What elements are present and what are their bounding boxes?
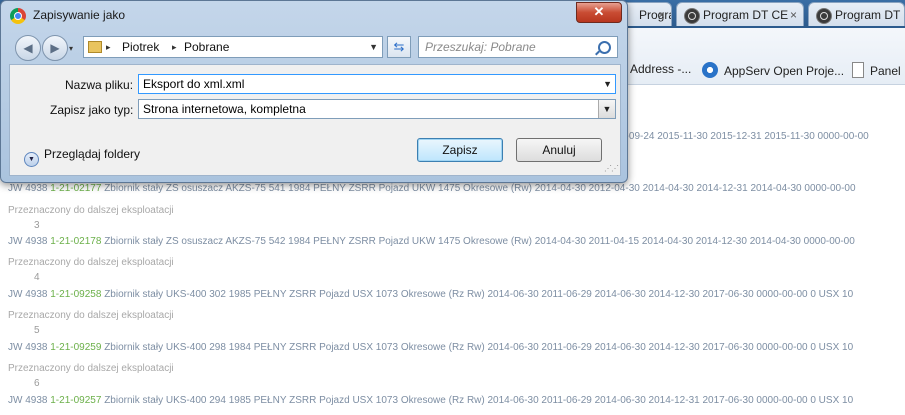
row-prefix: JW 4938 (8, 236, 48, 247)
filetype-dropdown-icon[interactable]: ▼ (598, 100, 615, 118)
forward-button[interactable]: ▶ (42, 35, 68, 61)
resize-grip-icon[interactable]: ⋰⋰ (604, 164, 619, 173)
search-box[interactable] (418, 36, 618, 58)
breadcrumb-piotrek[interactable]: Piotrek (122, 37, 159, 57)
filetype-value: Strona internetowa, kompletna (143, 102, 306, 116)
page-icon (852, 62, 864, 78)
tab-favicon-icon (684, 8, 700, 24)
filename-dropdown-icon[interactable]: ▼ (603, 75, 612, 93)
breadcrumb-separator-icon[interactable]: ▸ (172, 37, 177, 57)
row-code[interactable]: 1-21-02177 (50, 183, 101, 194)
table-row: JW 4938 1-21-09257 Zbiornik stały UKS-40… (8, 395, 853, 406)
row-number: 6 (34, 378, 40, 389)
row-number: 4 (34, 272, 40, 283)
appserv-icon (702, 62, 718, 78)
bookmark-appserv[interactable]: AppServ Open Proje... (702, 62, 844, 78)
tab-label: Program DT C (835, 8, 905, 22)
refresh-button[interactable]: ⇆ (387, 36, 411, 58)
tab-favicon-icon (816, 8, 832, 24)
bookmark-panel[interactable]: Panel (852, 62, 901, 78)
close-button[interactable]: ✕ (576, 2, 622, 23)
row-prefix: JW 4938 (8, 183, 48, 194)
row-text: Zbiornik stały ZS osuszacz AKZS-75 541 1… (104, 183, 856, 194)
save-as-dialog: Zapisywanie jako ✕ ◀ ▶ ▾ ▸ Piotrek ▸ Pob… (0, 0, 628, 183)
browser-tab[interactable]: Program DT CE × (676, 2, 804, 26)
tab-close-icon[interactable]: × (790, 3, 797, 26)
row-number: 5 (34, 325, 40, 336)
row-prefix: JW 4938 (8, 342, 48, 353)
search-icon[interactable] (598, 41, 611, 54)
folder-icon (88, 41, 102, 53)
record-row-tail: 2-09-24 2015-11-30 2015-12-31 2015-11-30… (620, 131, 869, 142)
dialog-body: Nazwa pliku: ▼ Zapisz jako typ: Strona i… (9, 64, 621, 176)
address-dropdown-icon[interactable]: ▼ (369, 37, 378, 57)
dialog-title: Zapisywanie jako (33, 8, 126, 22)
tab-close-icon[interactable]: × (658, 3, 665, 26)
row-note: Przeznaczony do dalszej eksploatacji (8, 310, 174, 321)
bookmark-label: Address -... (630, 62, 692, 76)
table-row: JW 4938 1-21-09259 Zbiornik stały UKS-40… (8, 342, 853, 353)
row-note: Przeznaczony do dalszej eksploatacji (8, 205, 174, 216)
row-number: 3 (34, 220, 40, 231)
row-note: Przeznaczony do dalszej eksploatacji (8, 257, 174, 268)
breadcrumb-separator-icon[interactable]: ▸ (106, 37, 111, 57)
bookmark-label: AppServ Open Proje... (724, 64, 845, 78)
row-code[interactable]: 1-21-02178 (50, 236, 101, 247)
row-text: Zbiornik stały UKS-400 298 1984 PEŁNY ZS… (104, 342, 854, 353)
browser-tab[interactable]: Program DT C (808, 2, 905, 26)
row-text: Zbiornik stały ZS osuszacz AKZS-75 542 1… (104, 236, 855, 247)
breadcrumb-pobrane[interactable]: Pobrane (184, 37, 229, 57)
table-row: JW 4938 1-21-09258 Zbiornik stały UKS-40… (8, 289, 853, 300)
address-bar[interactable]: ▸ Piotrek ▸ Pobrane ▼ (83, 36, 383, 58)
filetype-select[interactable]: Strona internetowa, kompletna ▼ (138, 99, 616, 119)
bookmark-address[interactable]: Address -... (630, 62, 691, 76)
browse-folders-label: Przeglądaj foldery (44, 147, 141, 161)
table-row: JW 4938 1-21-02177 Zbiornik stały ZS osu… (8, 183, 856, 194)
expand-chevron-icon: ▼ (24, 152, 39, 167)
filename-field[interactable]: ▼ (138, 74, 616, 94)
tab-label: Program DT CE (703, 8, 789, 22)
row-text: Zbiornik stały UKS-400 302 1985 PEŁNY ZS… (104, 289, 854, 300)
row-code[interactable]: 1-21-09258 (50, 289, 101, 300)
recent-locations-dropdown-icon[interactable]: ▾ (69, 44, 73, 53)
back-button[interactable]: ◀ (15, 35, 41, 61)
filename-label: Nazwa pliku: (65, 78, 134, 92)
row-prefix: JW 4938 (8, 289, 48, 300)
cancel-button[interactable]: Anuluj (516, 138, 602, 162)
filetype-label: Zapisz jako typ: (50, 103, 134, 117)
bookmark-label: Panel (870, 64, 901, 78)
row-code[interactable]: 1-21-09257 (50, 395, 101, 406)
row-prefix: JW 4938 (8, 395, 48, 406)
save-button[interactable]: Zapisz (417, 138, 503, 162)
row-note: Przeznaczony do dalszej eksploatacji (8, 363, 174, 374)
table-row: JW 4938 1-21-02178 Zbiornik stały ZS osu… (8, 236, 855, 247)
search-input[interactable] (425, 40, 595, 54)
chrome-logo-icon (10, 8, 26, 24)
row-text: Zbiornik stały UKS-400 294 1985 PEŁNY ZS… (104, 395, 854, 406)
tab-label: Program DT CE (639, 8, 671, 22)
filename-input[interactable] (143, 75, 583, 93)
browse-folders-toggle[interactable]: ▼ Przeglądaj foldery (24, 147, 140, 167)
row-code[interactable]: 1-21-09259 (50, 342, 101, 353)
